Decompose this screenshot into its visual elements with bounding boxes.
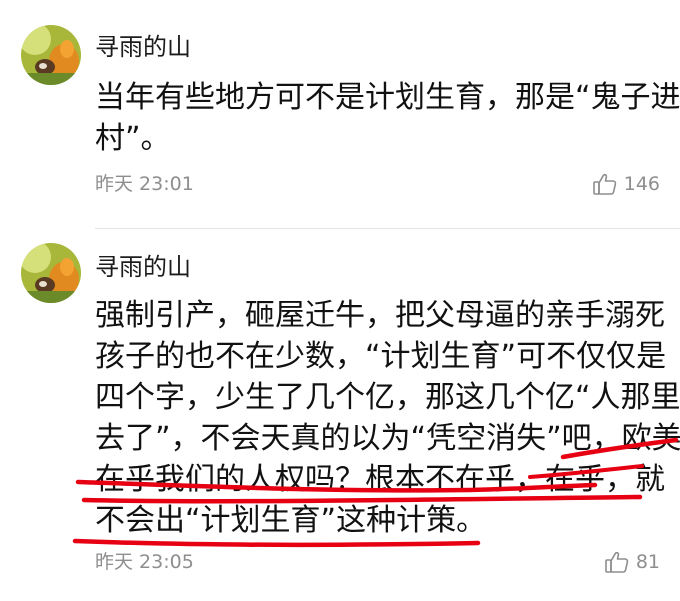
comment-timestamp: 昨天 23:05 xyxy=(95,551,194,573)
comment-username[interactable]: 寻雨的山 xyxy=(95,252,191,282)
comment-text-line: 去了”，不会天真的以为“凭空消失”吧，欧美 xyxy=(95,421,680,456)
comment-text-line: 四个字，少生了几个亿，那这几个亿“人那里 xyxy=(95,380,680,415)
user-avatar[interactable] xyxy=(21,243,81,303)
comment-text-line: 不会出“计划生育”这种计策。 xyxy=(95,503,487,538)
comment-text-line: 强制引产，砸屋迁牛，把父母逼的亲手溺死 xyxy=(95,298,665,333)
thumbs-up-icon xyxy=(605,551,629,573)
comment-text: 强制引产，砸屋迁牛，把父母逼的亲手溺死 孩子的也不在少数，“计划生育”可不仅仅是… xyxy=(95,295,680,541)
like-button[interactable]: 81 xyxy=(605,550,660,574)
comment-text-line: 在乎我们的人权吗？根本不在乎，在乎，就 xyxy=(95,462,665,497)
comment-text-line: 孩子的也不在少数，“计划生育”可不仅仅是 xyxy=(95,339,667,374)
comment-2: 寻雨的山 强制引产，砸屋迁牛，把父母逼的亲手溺死 孩子的也不在少数，“计划生育”… xyxy=(0,0,680,601)
like-count: 81 xyxy=(635,551,660,573)
